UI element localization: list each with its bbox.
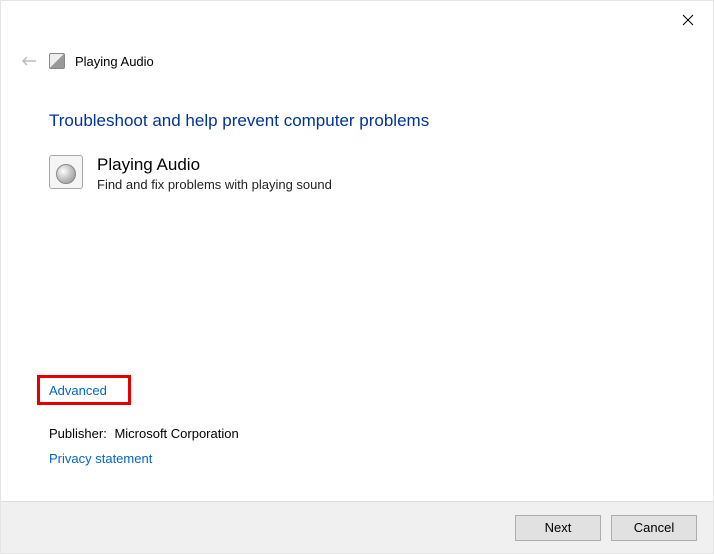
lower-section: Advanced Publisher: Microsoft Corporatio… — [41, 379, 683, 466]
page-heading: Troubleshoot and help prevent computer p… — [49, 111, 683, 131]
troubleshooter-window: Playing Audio Troubleshoot and help prev… — [0, 0, 714, 554]
troubleshooter-text: Playing Audio Find and fix problems with… — [97, 155, 332, 192]
troubleshooter-item: Playing Audio Find and fix problems with… — [49, 155, 683, 192]
back-button[interactable] — [19, 51, 39, 71]
advanced-link[interactable]: Advanced — [43, 379, 113, 402]
privacy-link[interactable]: Privacy statement — [49, 451, 152, 466]
window-title: Playing Audio — [75, 54, 154, 69]
next-button[interactable]: Next — [515, 515, 601, 541]
audio-icon — [49, 53, 65, 69]
content-area: Troubleshoot and help prevent computer p… — [49, 111, 683, 202]
publisher-value: Microsoft Corporation — [114, 426, 238, 441]
publisher-label: Publisher: — [49, 426, 107, 441]
speaker-icon — [49, 155, 83, 189]
close-icon — [682, 14, 694, 26]
cancel-button[interactable]: Cancel — [611, 515, 697, 541]
footer: Next Cancel — [1, 501, 713, 553]
publisher-row: Publisher: Microsoft Corporation — [49, 426, 683, 441]
arrow-left-icon — [21, 55, 37, 67]
header: Playing Audio — [19, 51, 154, 71]
troubleshooter-description: Find and fix problems with playing sound — [97, 177, 332, 192]
troubleshooter-title: Playing Audio — [97, 155, 332, 175]
close-button[interactable] — [677, 9, 699, 31]
